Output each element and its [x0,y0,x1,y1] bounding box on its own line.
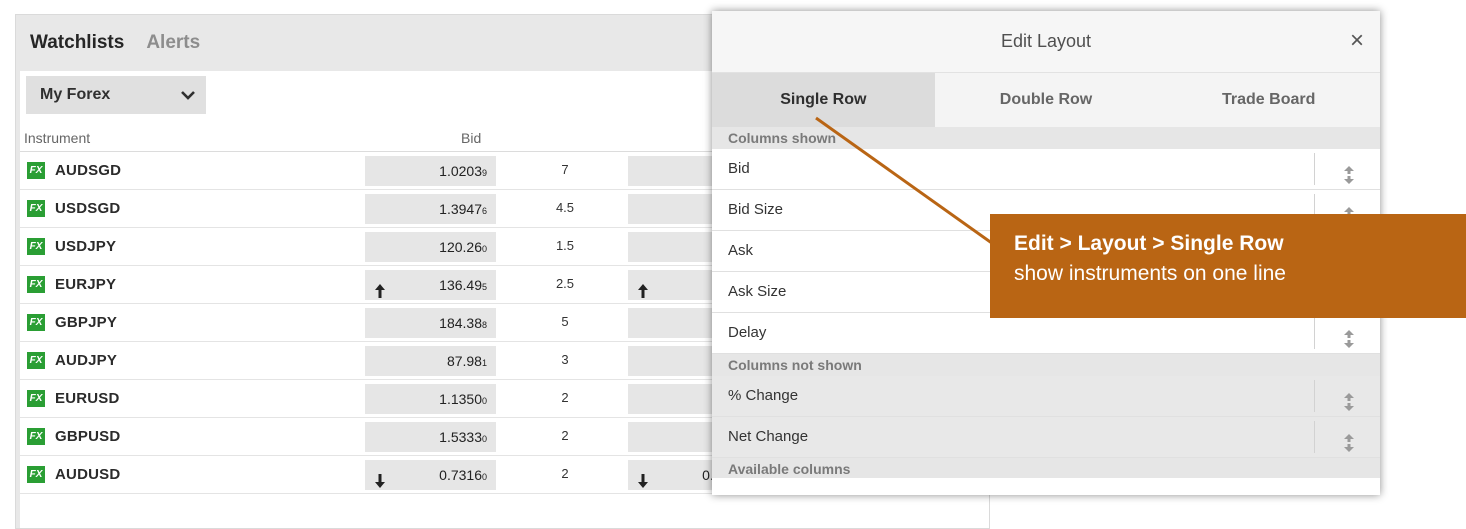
bid-price-button[interactable]: 136.495 [365,270,496,300]
instrument-symbol[interactable]: GBPJPY [55,314,117,331]
column-item[interactable]: Bid [712,149,1380,190]
bid-price-button[interactable]: 184.388 [365,308,496,338]
instrument-symbol[interactable]: GBPUSD [55,428,120,445]
dialog-title: Edit Layout [1000,31,1092,51]
tab-watchlists[interactable]: Watchlists [30,32,124,54]
bid-price-button[interactable]: 0.73160 [365,460,496,490]
column-item-label: Bid Size [728,201,784,218]
bid-size: 2 [561,466,569,481]
fx-badge: FX [27,466,45,483]
column-item[interactable]: Delay [712,313,1380,354]
instrument-symbol[interactable]: AUDSGD [55,162,121,179]
column-item-label: Bid [728,160,750,177]
tab-trade-board[interactable]: Trade Board [1157,73,1380,127]
bid-pip: 9 [481,168,487,178]
watchlist-dropdown-value: My Forex [40,86,111,103]
bid-price-button[interactable]: 1.13500 [365,384,496,414]
column-header-instrument[interactable]: Instrument [24,130,90,146]
callout-text: show instruments on one line [1014,262,1286,285]
bid-size: 2 [561,428,569,443]
bid-price: 87.98 [446,353,482,369]
bid-price: 120.26 [439,239,482,255]
bid-price: 1.0203 [439,163,482,179]
column-item[interactable]: Net Change [712,417,1380,458]
fx-badge: FX [27,276,45,293]
column-header-bid[interactable]: Bid [461,130,481,146]
bid-pip: 1 [481,358,487,368]
columns-not-shown-list: % Change Net Change [712,376,1380,458]
instrument-symbol[interactable]: AUDJPY [55,352,117,369]
bid-size: 2 [561,390,569,405]
bid-price-button[interactable]: 120.260 [365,232,496,262]
section-available-columns: Available columns [712,458,1380,478]
bid-pip: 0 [481,472,487,482]
column-item-label: Ask [728,242,754,259]
reorder-handle-icon[interactable] [1343,324,1355,364]
bid-price: 1.1350 [439,391,482,407]
bid-size: 1.5 [555,238,575,253]
instrument-symbol[interactable]: EURJPY [55,276,116,293]
instrument-symbol[interactable]: USDSGD [55,200,120,217]
column-item-label: Ask Size [728,283,787,300]
tab-alerts[interactable]: Alerts [146,32,200,54]
instrument-symbol[interactable]: AUDUSD [55,466,120,483]
tab-single-row[interactable]: Single Row [712,73,935,127]
fx-badge: FX [27,238,45,255]
reorder-handle-icon[interactable] [1343,428,1355,468]
item-divider [1314,153,1315,185]
bid-pip: 0 [481,244,487,254]
chevron-down-icon [181,91,195,100]
fx-badge: FX [27,200,45,217]
fx-badge: FX [27,428,45,445]
bid-price-button[interactable]: 87.981 [365,346,496,376]
callout-box: Edit > Layout > Single Row show instrume… [990,214,1466,318]
bid-price-button[interactable]: 1.39476 [365,194,496,224]
close-icon[interactable]: × [1350,29,1364,53]
instrument-symbol[interactable]: USDJPY [55,238,116,255]
bid-price: 0.7316 [439,467,482,483]
bid-price: 136.49 [439,277,482,293]
bid-price: 184.38 [439,315,482,331]
bid-price: 1.3947 [439,201,482,217]
bid-price: 1.5333 [439,429,482,445]
bid-size: 7 [561,162,569,177]
item-divider [1314,380,1315,412]
bid-pip: 0 [481,396,487,406]
bid-pip: 8 [481,320,487,330]
item-divider [1314,421,1315,453]
column-item[interactable]: % Change [712,376,1380,417]
bid-pip: 6 [481,206,487,216]
item-divider [1314,317,1315,349]
layout-tabs: Single Row Double Row Trade Board [712,73,1380,127]
tab-double-row[interactable]: Double Row [935,73,1158,127]
fx-badge: FX [27,352,45,369]
instrument-symbol[interactable]: EURUSD [55,390,120,407]
bid-down-arrow-icon [375,468,385,498]
bid-size: 3 [561,352,569,367]
fx-badge: FX [27,390,45,407]
dialog-header: Edit Layout × [712,11,1380,73]
bid-size: 5 [561,314,569,329]
watchlist-dropdown[interactable]: My Forex [26,76,206,114]
bid-price-button[interactable]: 1.02039 [365,156,496,186]
fx-badge: FX [27,162,45,179]
bid-price-button[interactable]: 1.53330 [365,422,496,452]
section-columns-not-shown: Columns not shown [712,354,1380,376]
bid-pip: 0 [481,434,487,444]
callout-title: Edit > Layout > Single Row [1014,232,1284,255]
bid-pip: 5 [481,282,487,292]
column-item-label: Delay [728,324,767,341]
column-item-label: % Change [728,387,799,404]
column-item-label: Net Change [728,428,809,445]
section-columns-shown: Columns shown [712,127,1380,149]
bid-size: 2.5 [555,276,575,291]
fx-badge: FX [27,314,45,331]
ask-down-arrow-icon [638,468,648,498]
bid-size: 4.5 [555,200,575,215]
